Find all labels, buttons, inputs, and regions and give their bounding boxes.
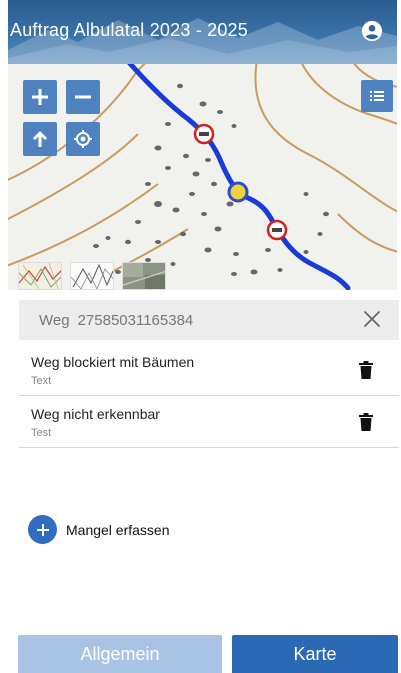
trash-icon[interactable] — [359, 413, 373, 431]
selected-location-marker[interactable] — [227, 181, 249, 203]
map-view[interactable] — [8, 64, 397, 290]
map-thumbnail-contour[interactable] — [70, 262, 114, 290]
layers-button[interactable] — [361, 80, 393, 112]
feature-id: 27585031165384 — [77, 311, 194, 329]
issue-title: Weg nicht erkennbar — [31, 406, 160, 422]
map-thumbnail-aerial[interactable] — [122, 262, 166, 290]
account-circle-icon[interactable] — [361, 20, 383, 42]
minus-icon — [75, 95, 91, 99]
tab-map[interactable]: Karte — [232, 635, 398, 673]
map-thumbnail-topo[interactable] — [18, 262, 62, 290]
issue-subtitle: Test — [31, 427, 52, 439]
close-icon[interactable] — [363, 310, 381, 328]
issue-title: Weg blockiert mit Bäumen — [31, 354, 195, 370]
plus-icon — [36, 523, 49, 536]
zoom-in-button[interactable] — [23, 80, 57, 114]
no-entry-sign-icon[interactable] — [266, 219, 288, 241]
add-circle-icon[interactable] — [28, 515, 57, 544]
page-title: Auftrag Albulatal 2023 - 2025 — [10, 20, 248, 40]
add-defect-button[interactable]: Mangel erfassen — [28, 515, 170, 544]
feature-type: Weg — [39, 311, 70, 329]
list-item[interactable]: Weg blockiert mit Bäumen Text — [19, 344, 399, 396]
feature-detail-bar: Weg 27585031165384 — [19, 300, 399, 340]
basemap-switcher — [18, 262, 166, 290]
issue-subtitle: Text — [31, 375, 52, 387]
add-defect-label: Mangel erfassen — [66, 521, 170, 538]
zoom-out-button[interactable] — [66, 80, 100, 114]
trash-icon[interactable] — [359, 361, 373, 379]
list-item[interactable]: Weg nicht erkennbar Test — [19, 396, 399, 448]
arrow-up-icon — [33, 131, 47, 147]
plus-icon — [32, 89, 48, 105]
no-entry-sign-icon[interactable] — [193, 123, 215, 145]
crosshair-icon — [74, 130, 92, 148]
locate-button[interactable] — [66, 122, 100, 156]
list-icon — [370, 91, 384, 101]
tab-general[interactable]: Allgemein — [18, 635, 222, 673]
app-header: Auftrag Albulatal 2023 - 2025 — [8, 0, 397, 64]
north-button[interactable] — [23, 122, 57, 156]
